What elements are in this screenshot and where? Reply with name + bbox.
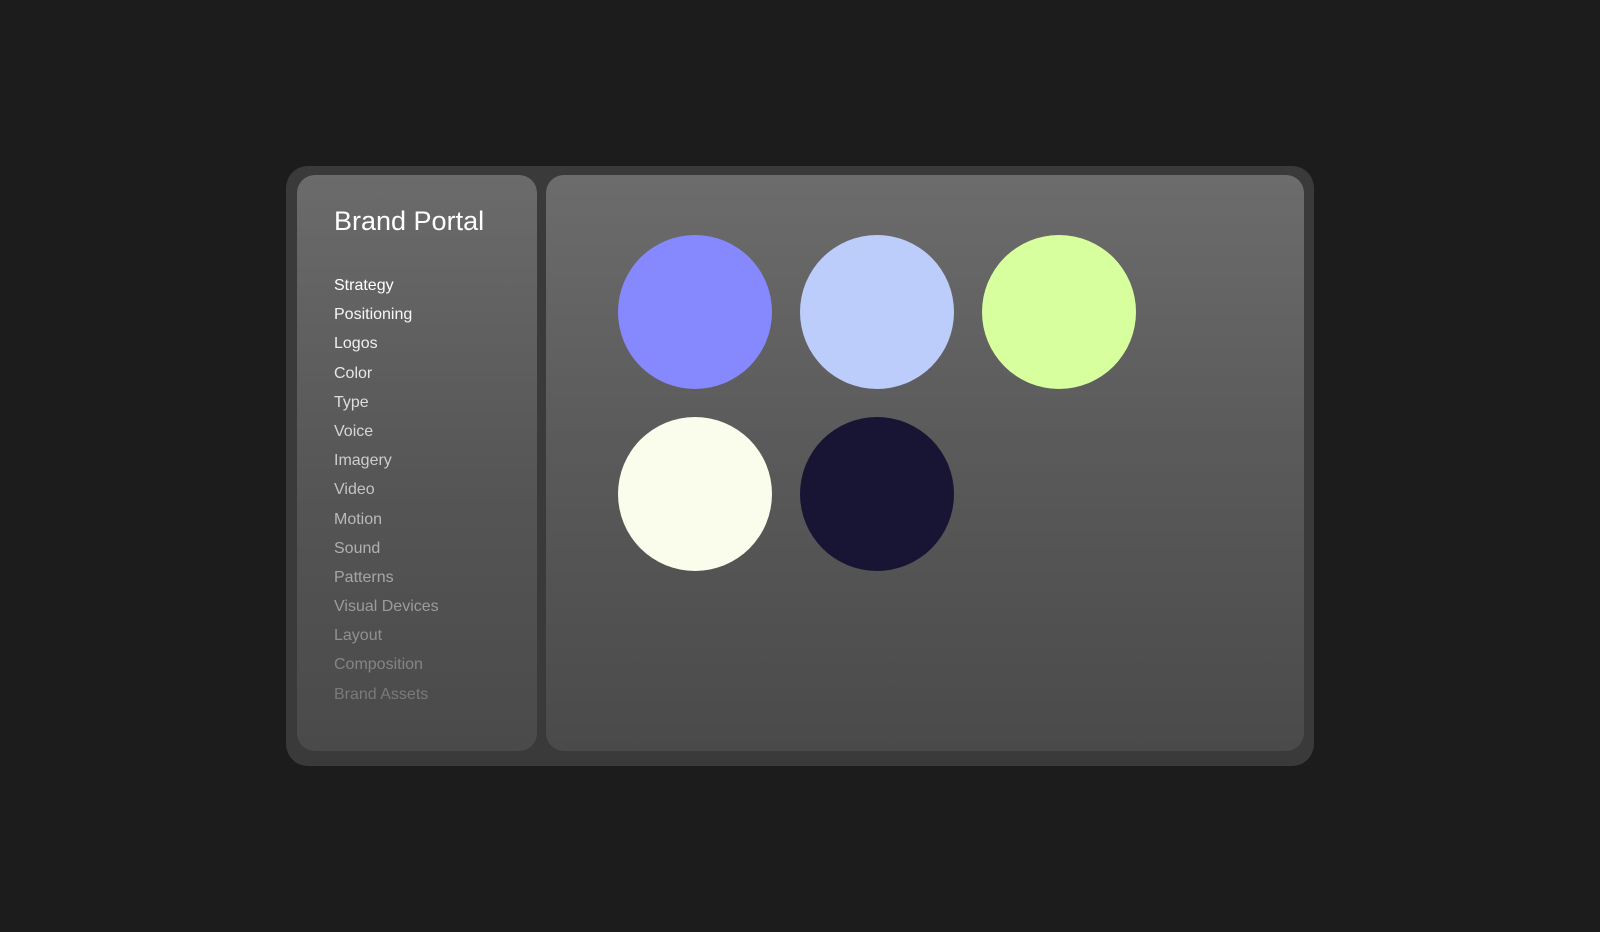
sidebar-item-brand-assets[interactable]: Brand Assets <box>334 680 439 709</box>
color-palette-panel <box>546 175 1304 751</box>
brand-portal-window: Brand Portal Strategy Positioning Logos … <box>286 166 1314 766</box>
sidebar-item-layout[interactable]: Layout <box>334 621 439 650</box>
sidebar-item-composition[interactable]: Composition <box>334 650 439 679</box>
color-swatch-cream[interactable] <box>618 417 772 571</box>
sidebar: Brand Portal Strategy Positioning Logos … <box>297 175 537 751</box>
sidebar-item-positioning[interactable]: Positioning <box>334 300 439 329</box>
color-swatch-periwinkle[interactable] <box>618 235 772 389</box>
sidebar-item-color[interactable]: Color <box>334 359 439 388</box>
sidebar-item-voice[interactable]: Voice <box>334 417 439 446</box>
sidebar-item-video[interactable]: Video <box>334 475 439 504</box>
sidebar-item-patterns[interactable]: Patterns <box>334 563 439 592</box>
page-title: Brand Portal <box>334 206 485 236</box>
sidebar-item-logos[interactable]: Logos <box>334 329 439 358</box>
color-swatch-lime[interactable] <box>982 235 1136 389</box>
color-swatch-light-blue[interactable] <box>800 235 954 389</box>
color-swatch-midnight[interactable] <box>800 417 954 571</box>
sidebar-item-sound[interactable]: Sound <box>334 534 439 563</box>
sidebar-item-type[interactable]: Type <box>334 388 439 417</box>
sidebar-item-visual-devices[interactable]: Visual Devices <box>334 592 439 621</box>
sidebar-item-motion[interactable]: Motion <box>334 505 439 534</box>
sidebar-item-strategy[interactable]: Strategy <box>334 271 439 300</box>
sidebar-nav: Strategy Positioning Logos Color Type Vo… <box>334 271 439 709</box>
sidebar-item-imagery[interactable]: Imagery <box>334 446 439 475</box>
